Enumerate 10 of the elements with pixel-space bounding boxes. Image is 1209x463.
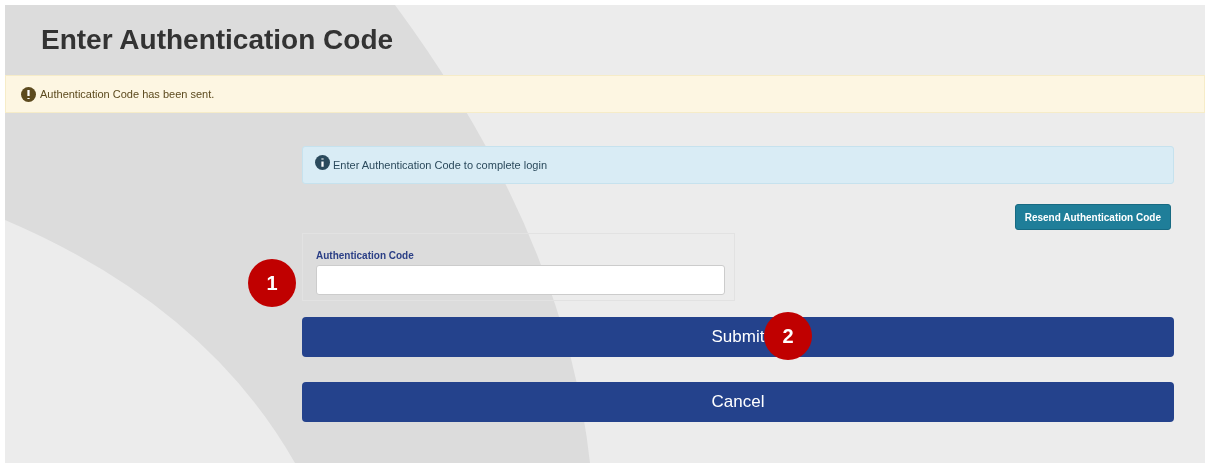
page-title: Enter Authentication Code — [40, 23, 395, 57]
code-input-field[interactable] — [316, 265, 725, 295]
banner-text: Enter Authentication Code to complete login — [333, 159, 548, 171]
field-label: Authentication Code — [316, 250, 415, 261]
cancel-button[interactable]: Cancel — [302, 382, 1174, 422]
step-marker: 2 — [764, 312, 812, 360]
info-icon — [315, 155, 330, 170]
resend-code-button[interactable]: Resend Authentication Code — [1014, 204, 1171, 230]
exclamation-icon — [21, 86, 36, 102]
banner-text: Authentication Code has been sent. — [40, 88, 215, 100]
